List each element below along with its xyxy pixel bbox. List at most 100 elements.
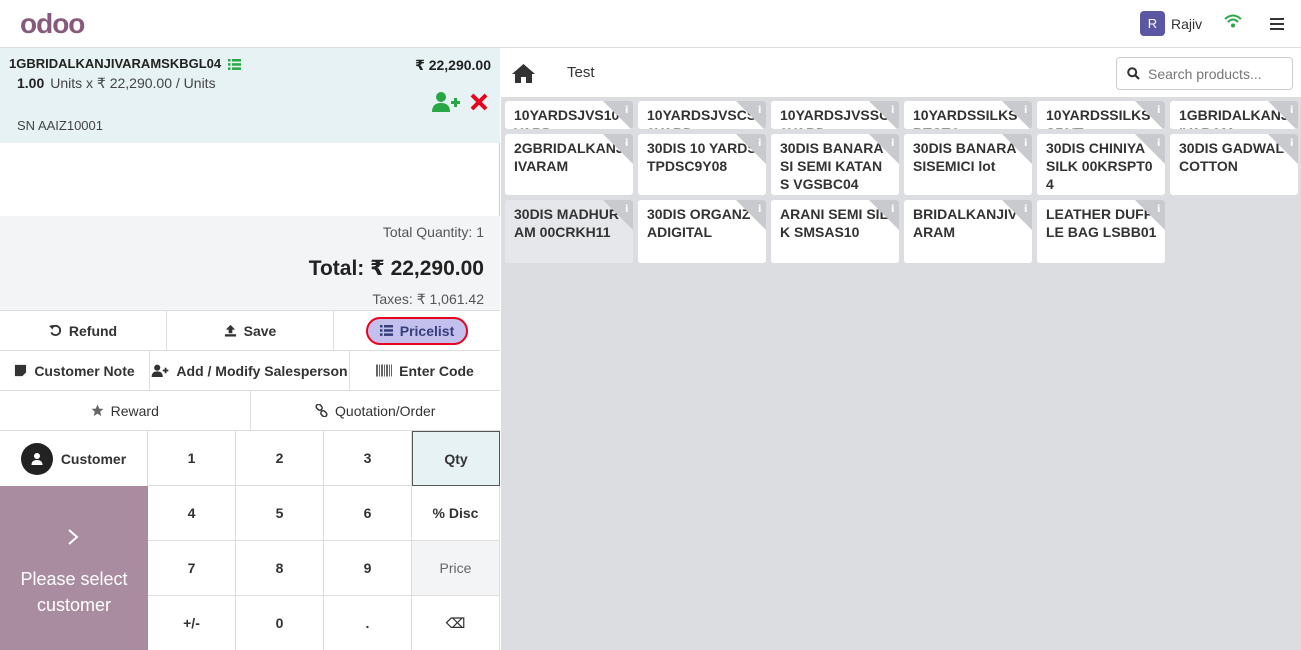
svg-text:i: i xyxy=(758,105,761,116)
info-icon[interactable]: i xyxy=(1135,134,1165,164)
product-tile[interactable]: ARANI SEMI SILK SMSAS10 i xyxy=(771,200,899,263)
note-icon xyxy=(15,364,27,377)
info-icon[interactable]: i xyxy=(1002,134,1032,164)
product-tile[interactable]: BRIDALKANJIVARAM i xyxy=(904,200,1032,263)
numpad-key-6[interactable]: 6 xyxy=(324,486,412,541)
order-line-serial: SN AAIZ10001 xyxy=(17,118,103,133)
numpad-key-decimal[interactable]: . xyxy=(324,596,412,650)
hamburger-menu-icon[interactable] xyxy=(1270,18,1284,30)
product-tile[interactable]: 2GBRIDALKANJIVARAM i xyxy=(505,134,633,195)
order-line[interactable]: 1GBRIDALKANJIVARAMSKBGL04 ₹ 22,290.00 1.… xyxy=(0,48,500,143)
products-header: Test xyxy=(501,48,1301,98)
enter-code-button[interactable]: Enter Code xyxy=(350,351,500,390)
numpad-key-4[interactable]: 4 xyxy=(148,486,236,541)
svg-text:i: i xyxy=(758,138,761,149)
numpad-key-2[interactable]: 2 xyxy=(236,431,324,486)
product-tile[interactable]: 10YARDSJVSCS9YARDi xyxy=(638,101,766,129)
product-tile[interactable]: 30DIS 10 YARDS TPDSC9Y08 i xyxy=(638,134,766,195)
control-buttons-row-3: Reward Quotation/Order xyxy=(0,390,500,430)
product-tile[interactable]: 10YARDSSILKSRTCTOi xyxy=(904,101,1032,129)
info-icon[interactable]: i xyxy=(603,200,633,230)
numpad-key-0[interactable]: 0 xyxy=(236,596,324,650)
breadcrumb-category[interactable]: Test xyxy=(567,64,595,81)
order-line-qty-detail: Units x ₹ 22,290.00 / Units xyxy=(50,75,216,91)
search-icon xyxy=(1127,67,1140,80)
user-icon xyxy=(20,442,53,475)
order-total: Total: ₹ 22,290.00 xyxy=(308,257,484,280)
undo-icon xyxy=(48,324,61,336)
order-line-qty: 1.00 xyxy=(17,75,45,91)
info-icon[interactable]: i xyxy=(1002,101,1032,129)
product-tile[interactable]: 30DIS CHINIYA SILK 00KRSPT04 i xyxy=(1037,134,1165,195)
numpad-key-plus-minus[interactable]: +/- xyxy=(148,596,236,650)
info-icon[interactable]: i xyxy=(1135,101,1165,129)
search-input[interactable] xyxy=(1148,65,1283,82)
upload-icon xyxy=(224,324,236,337)
payment-label-line1: Please select xyxy=(20,569,128,589)
numpad-key-7[interactable]: 7 xyxy=(148,541,236,596)
numpad-key-1[interactable]: 1 xyxy=(148,431,236,486)
svg-text:i: i xyxy=(1157,105,1160,116)
search-box[interactable] xyxy=(1116,57,1293,90)
order-taxes: Taxes: ₹ 1,061.42 xyxy=(372,291,484,307)
info-icon[interactable]: i xyxy=(603,134,633,164)
numpad-key-8[interactable]: 8 xyxy=(236,541,324,596)
product-tile[interactable]: 30DIS ORGANZADIGITAL i xyxy=(638,200,766,263)
customer-note-button[interactable]: Customer Note xyxy=(0,351,150,390)
info-icon[interactable]: i xyxy=(1135,200,1165,230)
save-button[interactable]: Save xyxy=(167,311,334,350)
barcode-icon xyxy=(376,364,393,377)
quotation-order-button[interactable]: Quotation/Order xyxy=(250,391,500,430)
svg-text:i: i xyxy=(758,204,761,215)
product-tile[interactable]: 1GBRIDALKANJIVARAMi xyxy=(1170,101,1298,129)
product-tile[interactable]: 10YARDSJVSSC9YARDi xyxy=(771,101,899,129)
product-tile[interactable]: 10YARDSJVS10YARDi xyxy=(505,101,633,129)
product-tile[interactable]: 30DIS GADWALCOTTON i xyxy=(1170,134,1298,195)
add-user-icon[interactable] xyxy=(432,91,460,113)
payment-button[interactable]: Please select customer xyxy=(0,486,148,650)
info-icon[interactable]: i xyxy=(603,101,633,129)
list-icon[interactable] xyxy=(227,59,241,70)
pricelist-button[interactable]: Pricelist xyxy=(365,316,469,345)
numpad-key-5[interactable]: 5 xyxy=(236,486,324,541)
qty-mode-button[interactable]: Qty xyxy=(412,431,500,486)
product-tile[interactable]: 10YARDSSILKSSBVTi xyxy=(1037,101,1165,129)
backspace-key[interactable]: ⌫ xyxy=(412,596,500,650)
product-tile[interactable]: 30DIS MADHURAM 00CRKH11 i xyxy=(505,200,633,263)
info-icon[interactable]: i xyxy=(736,101,766,129)
numpad-key-3[interactable]: 3 xyxy=(324,431,412,486)
user-avatar: R xyxy=(1140,11,1165,36)
salesperson-button[interactable]: Add / Modify Salesperson xyxy=(150,351,350,390)
numpad-key-9[interactable]: 9 xyxy=(324,541,412,596)
info-icon[interactable]: i xyxy=(1002,200,1032,230)
svg-text:i: i xyxy=(625,204,628,215)
list-icon xyxy=(379,325,393,336)
customer-button[interactable]: Customer xyxy=(0,431,148,486)
order-pane: 1GBRIDALKANJIVARAMSKBGL04 ₹ 22,290.00 1.… xyxy=(0,48,500,650)
control-buttons-row-2: Customer Note Add / Modify Salesperson E… xyxy=(0,350,500,390)
info-icon[interactable]: i xyxy=(869,134,899,164)
refund-button[interactable]: Refund xyxy=(0,311,167,350)
discount-mode-button[interactable]: % Disc xyxy=(412,486,500,541)
product-tile[interactable]: LEATHER DUFFLE BAG LSBB01 i xyxy=(1037,200,1165,263)
info-icon[interactable]: i xyxy=(736,134,766,164)
home-icon[interactable] xyxy=(511,63,536,84)
svg-text:i: i xyxy=(1290,105,1293,116)
add-user-icon xyxy=(152,364,169,377)
product-tile[interactable]: 30DIS BANARASI SEMI KATANS VGSBC04 i xyxy=(771,134,899,195)
numpad-area: Customer Please select customer 1 2 3 Qt… xyxy=(0,430,500,650)
product-tile[interactable]: 30DIS BANARASISEMICI lot i xyxy=(904,134,1032,195)
info-icon[interactable]: i xyxy=(869,101,899,129)
info-icon[interactable]: i xyxy=(736,200,766,230)
info-icon[interactable]: i xyxy=(1268,134,1298,164)
svg-text:i: i xyxy=(625,105,628,116)
info-icon[interactable]: i xyxy=(869,200,899,230)
svg-text:i: i xyxy=(1024,204,1027,215)
products-pane: Test 10YARDSJVS10YARDi 10YARDSJVSCS9YARD… xyxy=(501,48,1301,650)
user-menu[interactable]: R Rajiv xyxy=(1140,11,1202,36)
svg-text:i: i xyxy=(1290,138,1293,149)
reward-button[interactable]: Reward xyxy=(0,391,251,430)
remove-line-icon[interactable] xyxy=(470,93,488,111)
info-icon[interactable]: i xyxy=(1268,101,1298,129)
price-mode-button[interactable]: Price xyxy=(412,541,500,596)
